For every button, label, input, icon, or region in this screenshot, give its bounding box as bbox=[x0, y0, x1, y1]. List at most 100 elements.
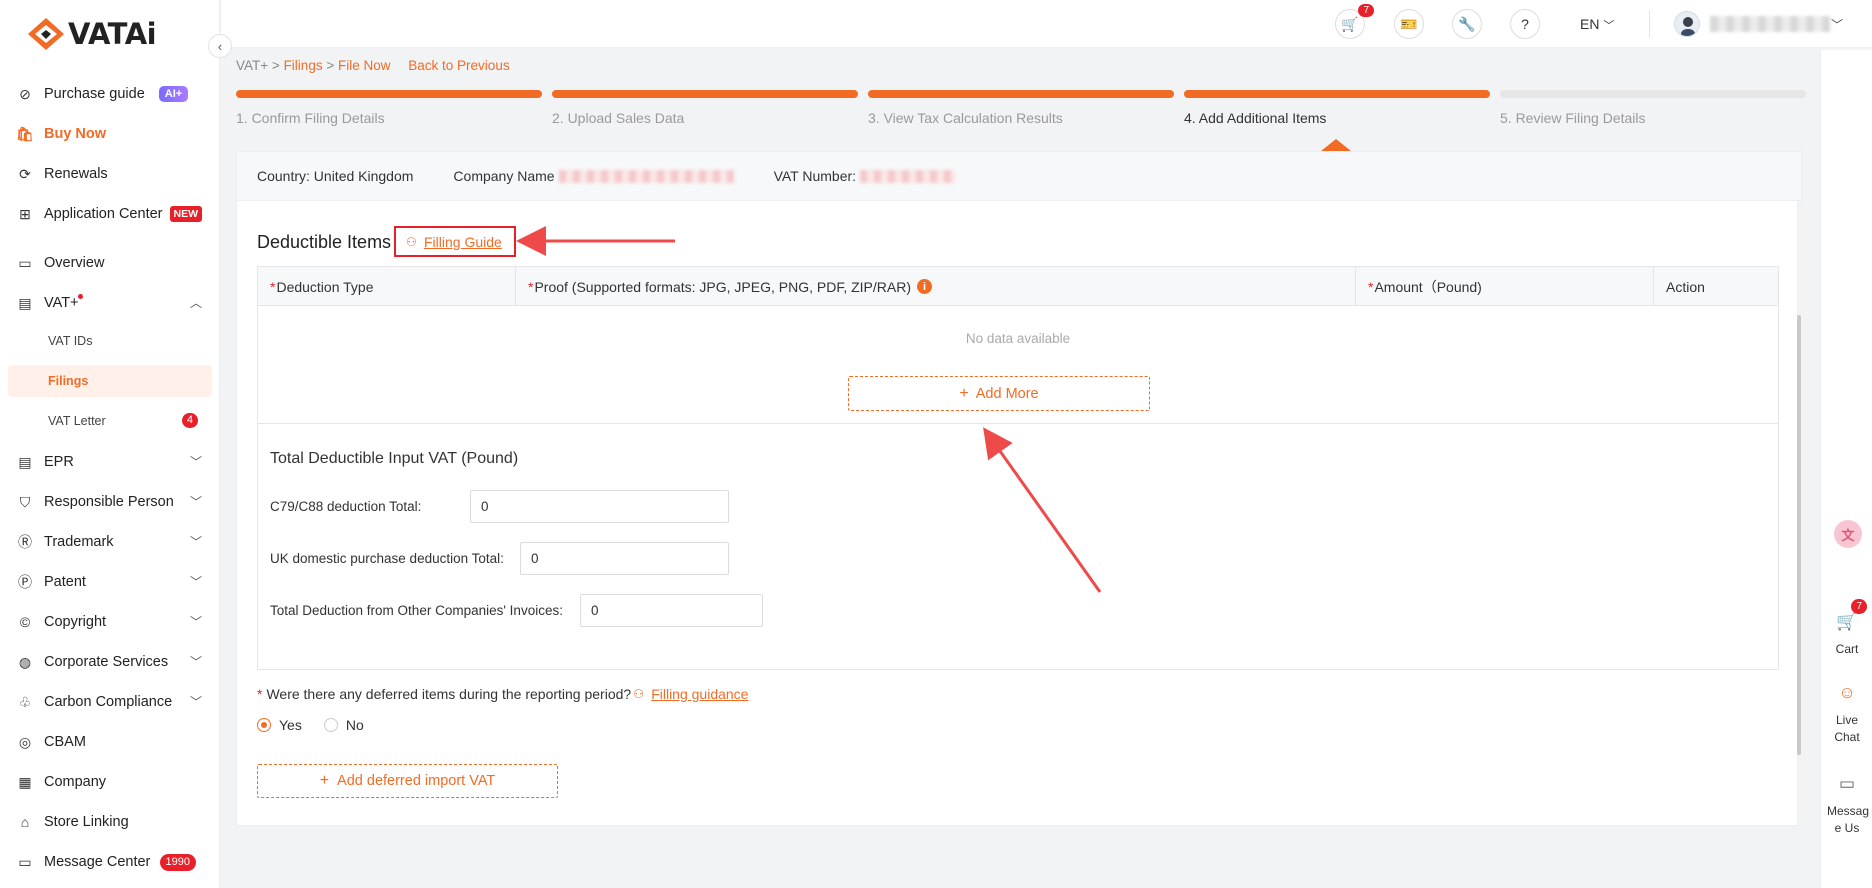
sidebar-item-label: Company bbox=[44, 774, 107, 790]
sidebar-collapse-button[interactable]: ‹ bbox=[208, 34, 232, 58]
rail-live-chat[interactable]: ☺ Live Chat bbox=[1821, 678, 1872, 746]
chevron-down-icon: ﹀ bbox=[189, 615, 202, 629]
radio-yes[interactable] bbox=[257, 718, 271, 732]
sidebar-item-store-linking[interactable]: ⌂ Store Linking bbox=[16, 805, 212, 839]
sidebar-subitem-vat-letter[interactable]: VAT Letter 4 bbox=[8, 405, 212, 437]
add-deferred-import-vat-button[interactable]: + Add deferred import VAT bbox=[257, 764, 558, 798]
step-label: 2. Upload Sales Data bbox=[552, 110, 685, 126]
new-badge: NEW bbox=[169, 206, 202, 222]
sidebar-item-copyright[interactable]: © Copyright ﹀ bbox=[16, 605, 212, 639]
sidebar-item-responsible-person[interactable]: ⛉ Responsible Person ﹀ bbox=[16, 485, 212, 519]
sidebar-subitem-filings[interactable]: Filings bbox=[8, 365, 212, 397]
patent-icon: Ⓟ bbox=[18, 574, 32, 590]
breadcrumb-current: File Now bbox=[338, 58, 391, 73]
uk-domestic-total-input[interactable] bbox=[520, 542, 729, 575]
filling-guidance-link[interactable]: Filling guidance bbox=[651, 686, 748, 702]
add-more-button[interactable]: + Add More bbox=[848, 376, 1150, 411]
deferred-radio-group: Yes No bbox=[257, 717, 364, 733]
radio-yes-label[interactable]: Yes bbox=[279, 717, 302, 733]
filling-guide-link[interactable]: Filling Guide bbox=[424, 234, 502, 250]
sidebar-item-epr[interactable]: ▤ EPR ﹀ bbox=[16, 445, 212, 479]
sidebar-item-renewals[interactable]: ⟳ Renewals bbox=[16, 157, 212, 191]
translate-icon[interactable]: 文 bbox=[1834, 520, 1862, 548]
sidebar-subitem-vat-ids[interactable]: VAT IDs bbox=[8, 325, 212, 357]
sidebar-item-corporate-services[interactable]: ◍ Corporate Services ﹀ bbox=[16, 645, 212, 679]
chevron-down-icon[interactable]: ﹀ bbox=[1831, 16, 1843, 33]
table-body: No data available + Add More bbox=[258, 306, 1778, 424]
cart-icon: 🛒 bbox=[1341, 15, 1359, 32]
sidebar-item-buy-now[interactable]: 🛍 Buy Now bbox=[16, 117, 212, 151]
country-label: Country: United Kingdom bbox=[257, 168, 414, 184]
shopping-bag-icon: 🛍 bbox=[16, 125, 34, 142]
chevron-down-icon: ﹀ bbox=[189, 575, 202, 589]
sidebar-item-overview[interactable]: ▭ Overview bbox=[16, 246, 212, 280]
field-label: C79/C88 deduction Total: bbox=[270, 499, 422, 514]
user-avatar[interactable] bbox=[1674, 11, 1700, 37]
rail-cart-label: Cart bbox=[1835, 642, 1859, 656]
header-divider bbox=[1649, 10, 1650, 38]
sidebar-item-company[interactable]: ▦ Company bbox=[16, 765, 212, 799]
cart-icon: 🛒 7 bbox=[1833, 599, 1867, 635]
step-3: 3. View Tax Calculation Results bbox=[868, 90, 1174, 126]
vat-dot-indicator bbox=[77, 293, 83, 299]
tools-button[interactable]: 🔧 bbox=[1452, 9, 1482, 39]
company-info-bar: Country: United Kingdom Company Name VAT… bbox=[236, 151, 1802, 201]
back-to-previous-link[interactable]: Back to Previous bbox=[408, 58, 509, 73]
step-progress-bar bbox=[868, 90, 1174, 98]
rail-cart[interactable]: 🛒 7 Cart bbox=[1821, 599, 1872, 658]
plus-icon: + bbox=[319, 772, 330, 789]
sidebar-item-trademark[interactable]: Ⓡ Trademark ﹀ bbox=[16, 525, 212, 559]
question-icon: ? bbox=[1521, 16, 1529, 32]
cart-button[interactable]: 🛒 7 bbox=[1335, 4, 1374, 39]
ticket-button[interactable]: 🎫 bbox=[1394, 9, 1424, 39]
help-button[interactable]: ? bbox=[1510, 9, 1540, 39]
info-icon[interactable]: i bbox=[917, 279, 933, 294]
leaf-icon: ♧ bbox=[18, 693, 32, 710]
step-label: 3. View Tax Calculation Results bbox=[868, 110, 1063, 126]
c79-c88-total-input[interactable] bbox=[470, 490, 729, 523]
table-header: * Deduction Type * Proof (Supported format… bbox=[258, 267, 1778, 306]
add-deferred-label: Add deferred import VAT bbox=[337, 773, 496, 789]
username-redacted[interactable] bbox=[1710, 16, 1830, 32]
step-progress-bar bbox=[1184, 90, 1490, 98]
step-5: 5. Review Filing Details bbox=[1500, 90, 1806, 126]
language-label: EN bbox=[1580, 16, 1600, 32]
sidebar-subitem-label: Filings bbox=[48, 374, 89, 388]
required-mark: * bbox=[1368, 278, 1374, 295]
user-icon bbox=[1681, 17, 1695, 36]
breadcrumb-root[interactable]: VAT+ bbox=[236, 58, 268, 73]
sidebar-item-application-center[interactable]: ⊞ Application Center NEW bbox=[16, 197, 212, 231]
radio-no[interactable] bbox=[323, 718, 338, 732]
rail-message-us[interactable]: ▭ Messag e Us bbox=[1821, 769, 1872, 837]
sidebar-item-label: Application Center bbox=[44, 206, 163, 222]
other-companies-field: Total Deduction from Other Companies' In… bbox=[270, 594, 763, 627]
sidebar-item-patent[interactable]: Ⓟ Patent ﹀ bbox=[16, 565, 212, 599]
sidebar-item-vat[interactable]: ▤ VAT+ ︿ bbox=[16, 286, 212, 320]
monitor-icon: ▭ bbox=[18, 254, 32, 271]
sidebar-item-cbam[interactable]: ◎ CBAM bbox=[16, 725, 212, 759]
radio-no-label[interactable]: No bbox=[346, 717, 364, 733]
breadcrumb-separator: > bbox=[271, 58, 280, 73]
sidebar-item-label: EPR bbox=[44, 454, 74, 470]
guide-person-icon: ⚇ bbox=[633, 687, 644, 701]
sidebar-item-label: CBAM bbox=[44, 734, 86, 750]
column-deduction-type: * Deduction Type bbox=[258, 267, 516, 306]
sidebar-item-purchase-guide[interactable]: ⊘ Purchase guide AI+ bbox=[16, 77, 212, 111]
breadcrumb-filings[interactable]: Filings bbox=[284, 58, 323, 73]
other-companies-total-input[interactable] bbox=[580, 594, 763, 627]
brand-logo[interactable]: VATAi bbox=[26, 14, 157, 54]
uk-domestic-field: UK domestic purchase deduction Total: bbox=[270, 542, 729, 575]
bell-icon: ▭ bbox=[18, 853, 32, 870]
content-scrollbar[interactable] bbox=[1797, 315, 1801, 755]
rail-cart-badge: 7 bbox=[1851, 599, 1867, 614]
language-selector[interactable]: EN ﹀ bbox=[1580, 16, 1614, 33]
guide-person-icon: ⚇ bbox=[406, 234, 417, 249]
sidebar-item-carbon-compliance[interactable]: ♧ Carbon Compliance ﹀ bbox=[16, 685, 212, 719]
sidebar-item-label: Copyright bbox=[44, 614, 107, 630]
step-progress-bar bbox=[236, 90, 542, 98]
sidebar-item-message-center[interactable]: ▭ Message Center 1990 bbox=[16, 845, 212, 879]
sidebar-item-label: Trademark bbox=[44, 534, 114, 550]
vat-number-label: VAT Number: bbox=[773, 168, 857, 184]
renew-icon: ⟳ bbox=[19, 165, 31, 182]
cbam-icon: ◎ bbox=[18, 733, 32, 750]
